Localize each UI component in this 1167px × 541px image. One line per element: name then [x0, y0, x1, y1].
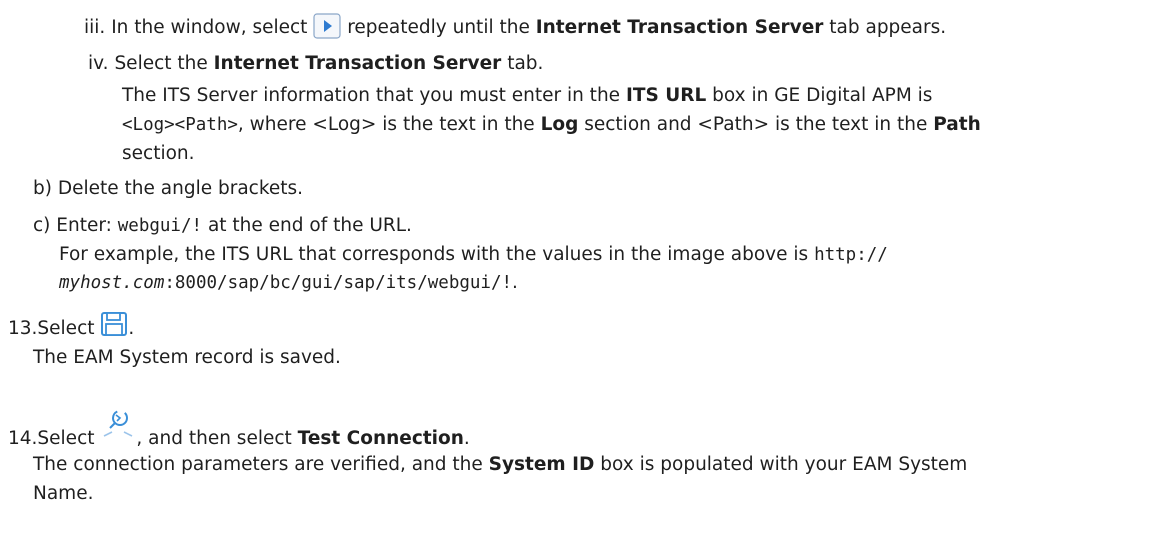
step-marker: iv.: [88, 53, 109, 74]
result-text: box is populated with your EAM System: [600, 454, 968, 475]
step-text: at the end of the URL.: [207, 215, 412, 236]
step-text: Delete the angle brackets.: [57, 178, 304, 199]
para-text: .: [512, 272, 518, 293]
step-text: Select: [37, 428, 95, 449]
step-c-example-line1: For example, the ITS URL that correspond…: [59, 242, 888, 268]
step-text: Select: [37, 318, 95, 339]
step-text: Select the: [114, 53, 208, 74]
code-text: http://: [814, 245, 888, 265]
step-14-result-line1: The connection parameters are verified, …: [33, 452, 967, 478]
step-text: In the window, select: [111, 17, 308, 38]
para-text: section.: [122, 143, 195, 164]
bold-term: Internet Transaction Server: [535, 17, 824, 38]
code-host: myhost.com: [59, 273, 165, 293]
result-text: The connection parameters are verified, …: [33, 454, 483, 475]
code-text: <Log><Path>: [122, 115, 238, 135]
step-iii: iii. In the window, select repeatedly un…: [84, 13, 947, 41]
para-text: section and <Path> is the text in the: [584, 114, 928, 135]
para-text: For example, the ITS URL that correspond…: [59, 244, 809, 265]
step-text: .: [128, 318, 135, 339]
para-text: The ITS Server information that you must…: [122, 85, 621, 106]
step-marker: iii.: [84, 17, 106, 38]
para-text: box in GE Digital APM is: [712, 85, 933, 106]
step-text: .: [463, 428, 470, 449]
code-text: :8000/sap/bc/gui/sap/its/webgui/!: [164, 273, 513, 293]
step-marker: c): [33, 215, 51, 236]
step-13-result: The EAM System record is saved.: [33, 345, 341, 371]
step-iv-para-line2: <Log><Path>, where <Log> is the text in …: [122, 112, 981, 138]
bold-term: Internet Transaction Server: [213, 53, 502, 74]
step-b: b) Delete the angle brackets.: [33, 176, 303, 202]
step-iv: iv. Select the Internet Transaction Serv…: [88, 51, 543, 77]
para-text: , where <Log> is the text in the: [237, 114, 535, 135]
bold-term: Log: [540, 114, 579, 135]
step-c-example-line2: myhost.com:8000/sap/bc/gui/sap/its/webgu…: [59, 270, 518, 296]
bold-term: ITS URL: [625, 85, 707, 106]
result-text: Name.: [33, 483, 94, 504]
next-arrow-icon: [313, 13, 341, 39]
step-marker: b): [33, 178, 52, 199]
step-marker: 14.: [8, 428, 38, 449]
step-text: tab appears.: [829, 17, 947, 38]
step-text: , and then select: [136, 428, 292, 449]
step-14: 14.Select , and then select Test Connect…: [8, 410, 470, 456]
step-14-result-line2: Name.: [33, 481, 93, 507]
step-c: c) Enter: webgui/! at the end of the URL…: [33, 213, 412, 239]
bold-term: Path: [933, 114, 981, 135]
bold-term: Test Connection: [297, 428, 464, 449]
step-text: repeatedly until the: [347, 17, 530, 38]
step-text: tab.: [507, 53, 544, 74]
connection-icon: [100, 406, 136, 440]
bold-term: System ID: [488, 454, 595, 475]
step-iv-para-line1: The ITS Server information that you must…: [122, 83, 932, 109]
step-iv-para-line3: section.: [122, 141, 195, 167]
save-floppy-icon: [100, 311, 128, 337]
step-text: Enter:: [56, 215, 112, 236]
step-marker: 13.: [8, 318, 38, 339]
result-text: The EAM System record is saved.: [33, 347, 341, 368]
step-13: 13.Select .: [8, 312, 135, 342]
code-text: webgui/!: [117, 216, 203, 236]
